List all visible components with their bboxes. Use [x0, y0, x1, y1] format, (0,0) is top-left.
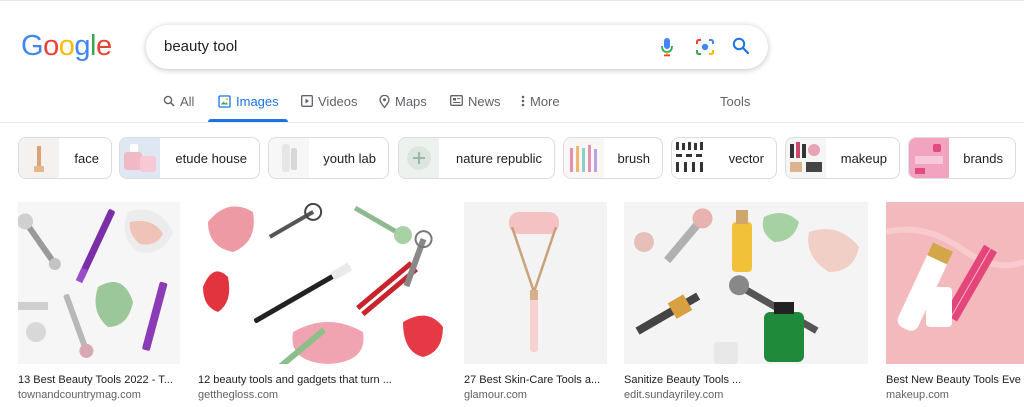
chip-brush[interactable]: brush — [563, 137, 663, 179]
tab-label: Videos — [318, 94, 358, 109]
search-icon[interactable] — [731, 36, 751, 56]
chip-vector[interactable]: vector — [671, 137, 777, 179]
chip-makeup[interactable]: makeup — [785, 137, 900, 179]
chip-thumbnail — [19, 138, 59, 178]
chip-etude-house[interactable]: etude house — [119, 137, 260, 179]
tab-all[interactable]: All — [163, 94, 194, 122]
result-thumbnail[interactable] — [198, 202, 446, 364]
tab-more[interactable]: More — [521, 94, 560, 122]
tab-label: All — [180, 94, 195, 109]
chip-label: etude house — [175, 151, 247, 166]
search-icon — [163, 95, 175, 107]
result-source: townandcountrymag.com — [18, 389, 141, 401]
chip-thumbnail — [909, 138, 949, 178]
result-source: makeup.com — [886, 389, 949, 401]
microphone-icon[interactable] — [659, 37, 675, 57]
chip-label: brush — [617, 151, 650, 166]
result-source: edit.sundayriley.com — [624, 389, 724, 401]
result-thumbnail[interactable] — [18, 202, 180, 364]
tab-news[interactable]: News — [450, 94, 501, 122]
chip-nature-republic[interactable]: nature republic — [398, 137, 555, 179]
tab-maps[interactable]: Maps — [379, 94, 427, 122]
chip-thumbnail — [672, 138, 712, 178]
result-title[interactable]: Best New Beauty Tools Eve — [886, 374, 1024, 386]
chip-face[interactable]: face — [18, 137, 112, 179]
result-thumbnail[interactable] — [624, 202, 868, 364]
chip-thumbnail — [564, 138, 604, 178]
related-searches: face etude house youth lab nature republ… — [0, 137, 1024, 179]
chip-label: makeup — [840, 151, 887, 166]
tab-label: More — [530, 94, 560, 109]
tools-button[interactable]: Tools — [720, 94, 750, 109]
search-tabs: All Images Videos Maps News More Tools — [0, 90, 1024, 122]
chip-label: face — [74, 151, 99, 166]
result-title[interactable]: 27 Best Skin-Care Tools a... — [464, 374, 607, 386]
logo-letter: e — [95, 30, 112, 62]
search-box[interactable]: beauty tool — [146, 25, 768, 69]
tab-label: Maps — [395, 94, 427, 109]
news-icon — [450, 95, 463, 106]
result-thumbnail[interactable] — [886, 202, 1024, 364]
result-title[interactable]: Sanitize Beauty Tools ... — [624, 374, 868, 386]
result-title[interactable]: 12 beauty tools and gadgets that turn ..… — [198, 374, 446, 386]
play-icon — [301, 95, 313, 107]
chip-brands[interactable]: brands — [908, 137, 1016, 179]
image-icon — [218, 95, 231, 108]
logo-letter: G — [21, 30, 44, 62]
image-results-grid: 13 Best Beauty Tools 2022 - T... townand… — [0, 202, 1024, 407]
google-logo[interactable]: Google — [21, 30, 112, 63]
result-thumbnail[interactable] — [464, 202, 607, 364]
tab-images[interactable]: Images — [218, 94, 279, 122]
chip-thumbnail — [399, 138, 439, 178]
chip-thumbnail — [786, 138, 826, 178]
logo-letter: o — [58, 30, 75, 62]
tab-label: News — [468, 94, 501, 109]
tab-videos[interactable]: Videos — [301, 94, 358, 122]
chip-label: vector — [728, 151, 764, 166]
chip-thumbnail — [269, 138, 309, 178]
result-source: getthegloss.com — [198, 389, 279, 401]
chip-label: brands — [963, 151, 1003, 166]
tab-label: Images — [236, 94, 279, 109]
top-border — [0, 0, 1024, 1]
map-pin-icon — [379, 95, 390, 108]
logo-letter: o — [43, 30, 59, 62]
chip-label: youth lab — [323, 151, 376, 166]
result-title[interactable]: 13 Best Beauty Tools 2022 - T... — [18, 374, 180, 386]
result-source: glamour.com — [464, 389, 527, 401]
chip-thumbnail — [120, 138, 160, 178]
search-input[interactable]: beauty tool — [164, 38, 237, 55]
header-divider — [0, 122, 1024, 123]
chip-label: nature republic — [456, 151, 542, 166]
camera-search-icon[interactable] — [695, 37, 715, 57]
chip-youth-lab[interactable]: youth lab — [268, 137, 389, 179]
more-vert-icon — [521, 95, 525, 107]
logo-letter: g — [74, 30, 90, 62]
